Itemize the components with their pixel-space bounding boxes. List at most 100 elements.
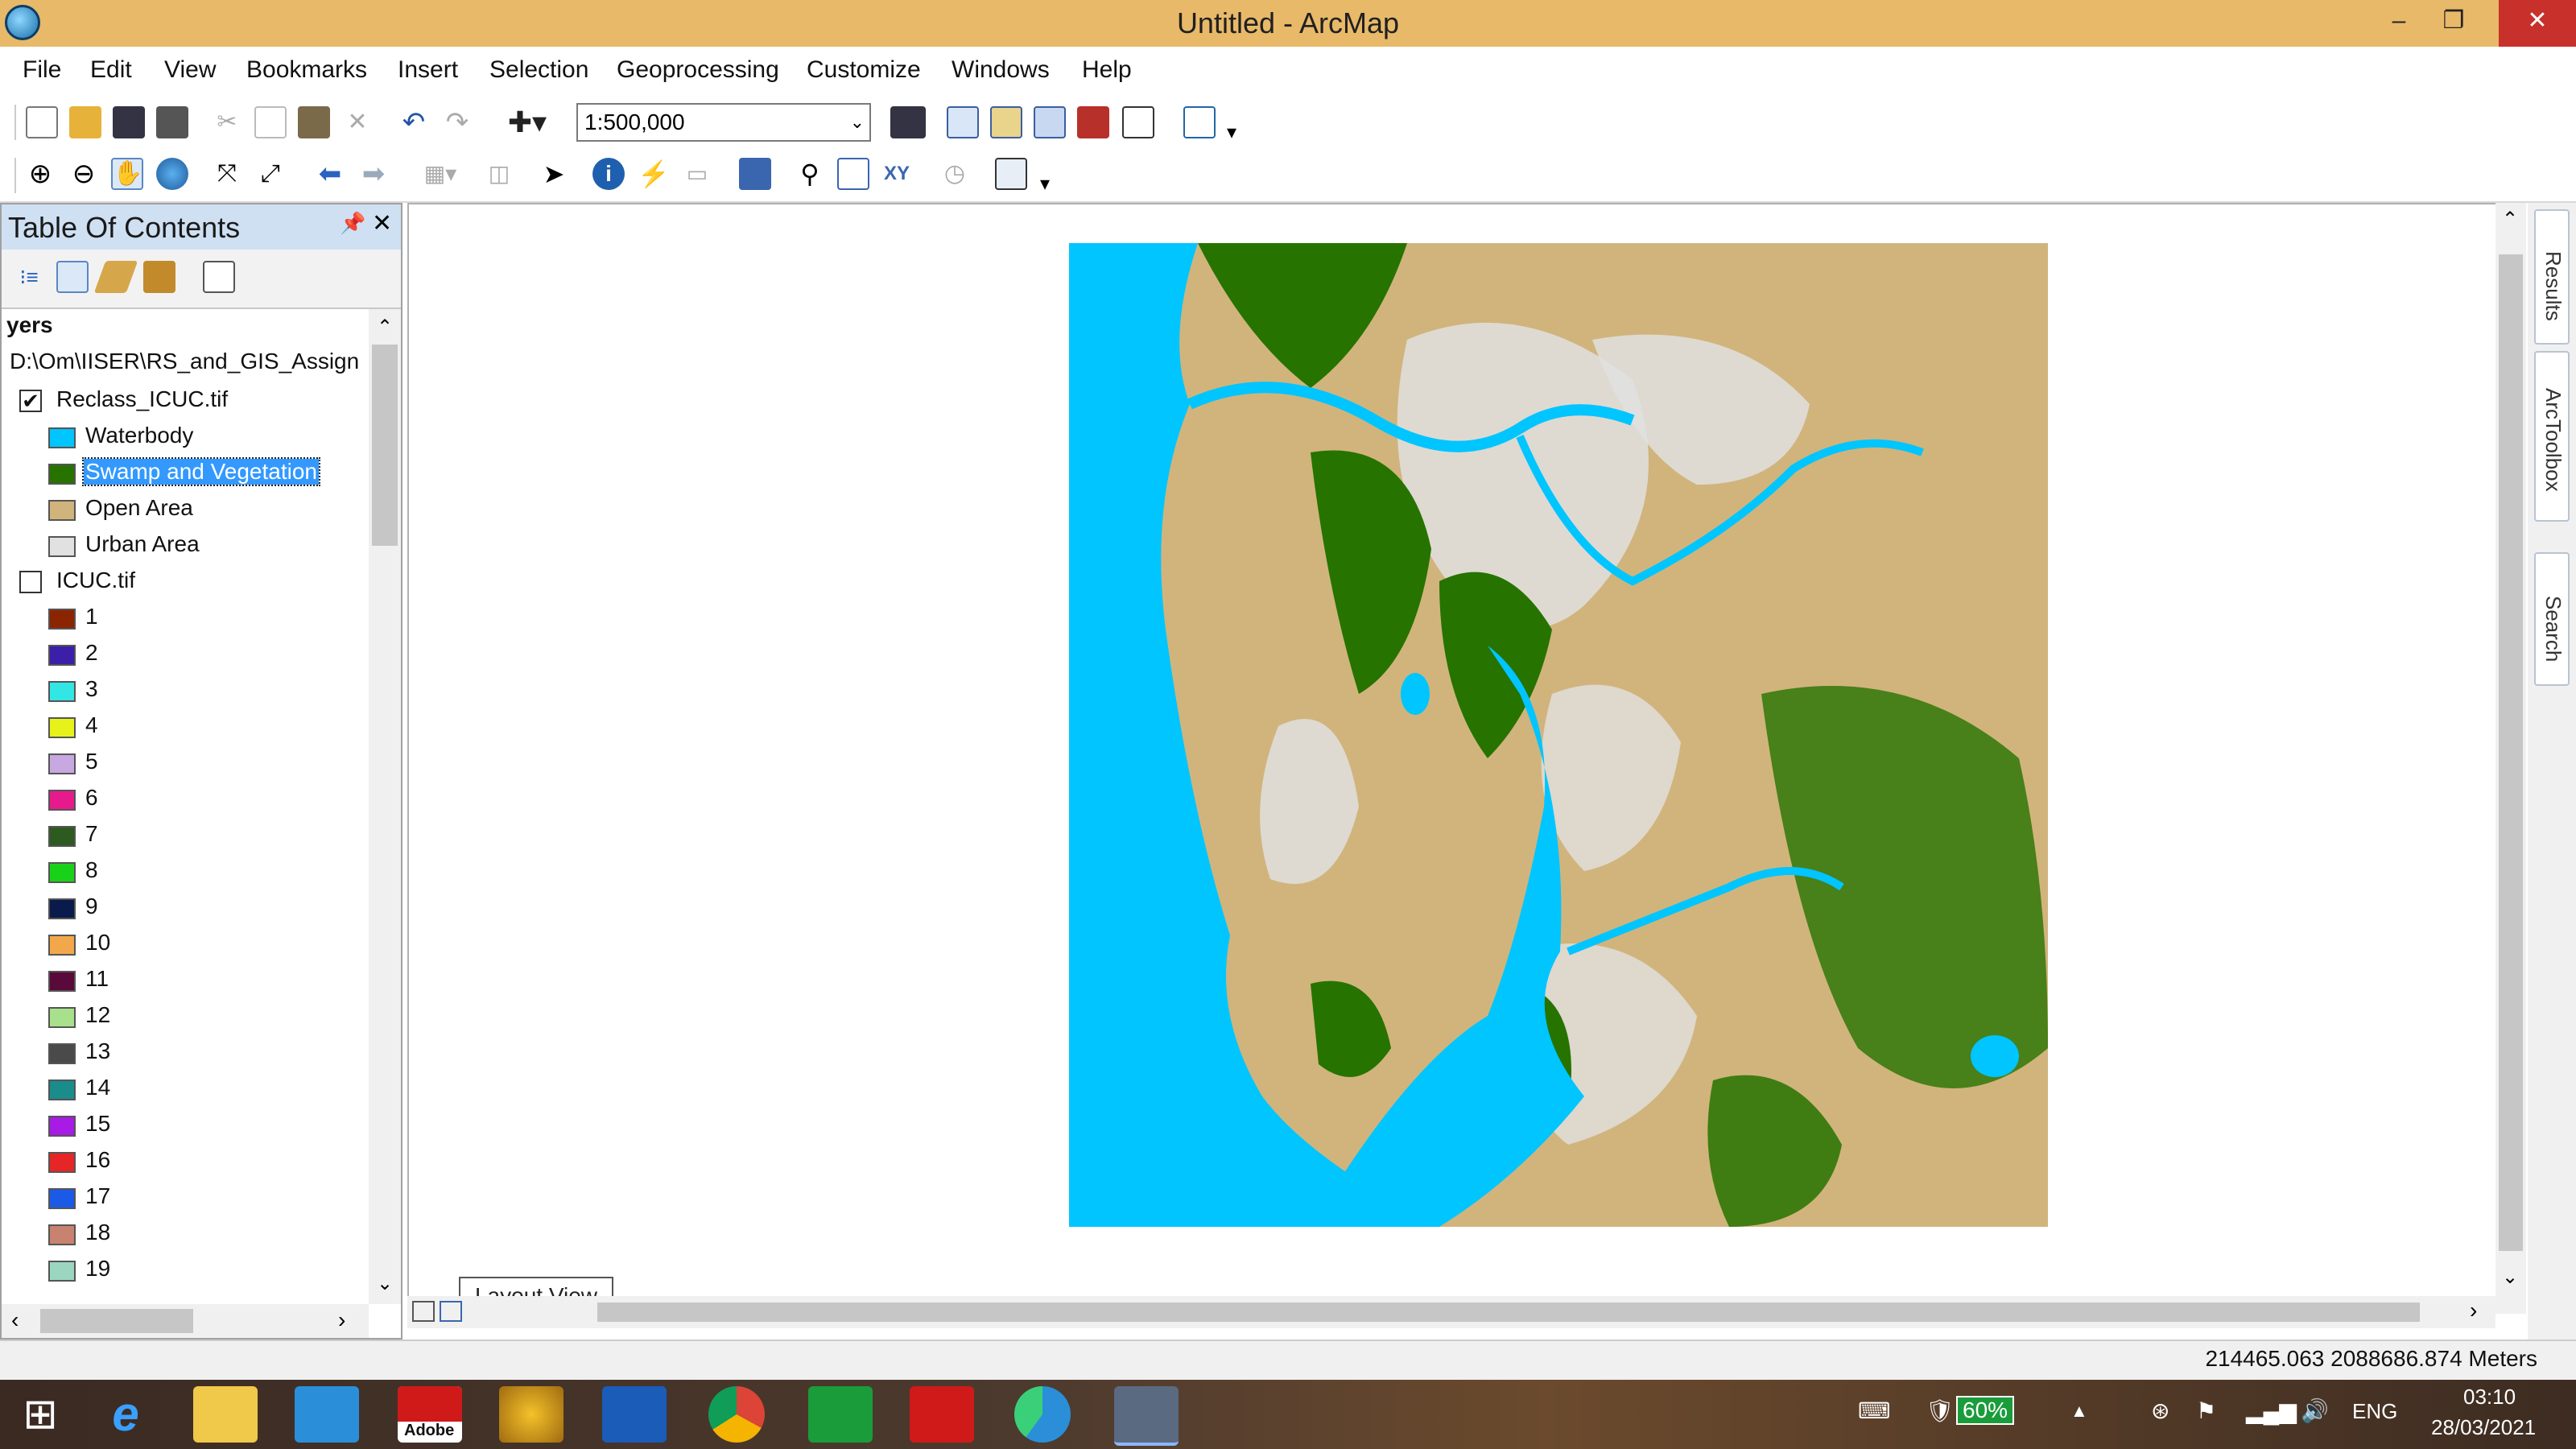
data-view-button[interactable] (412, 1301, 435, 1322)
toc-data-frame-path[interactable]: D:\Om\IISER\RS_and_GIS_Assign (10, 349, 359, 384)
fixed-zoom-in-icon[interactable]: ⤧ (211, 158, 243, 190)
forward-icon[interactable]: ➡ (357, 158, 390, 190)
internet-explorer-icon[interactable]: e (93, 1386, 158, 1443)
map-horizontal-scrollbar[interactable]: › (407, 1296, 2496, 1328)
measure-icon[interactable] (739, 158, 771, 190)
scroll-right-icon[interactable]: › (2470, 1298, 2477, 1323)
legend-class-label[interactable]: 11 (85, 966, 109, 992)
chevron-down-icon[interactable]: ⌄ (850, 113, 865, 132)
legend-color-swatch[interactable] (48, 971, 76, 992)
legend-class-label[interactable]: 7 (85, 821, 98, 847)
windows-start-icon[interactable]: ⊞ (8, 1386, 72, 1443)
legend-color-swatch[interactable] (48, 1261, 76, 1282)
map-raster[interactable] (1069, 243, 2048, 1227)
network-status-icon[interactable]: ⊛ (2151, 1397, 2169, 1424)
legend-class-label[interactable]: Urban Area (85, 531, 200, 557)
search-window-icon[interactable] (1034, 106, 1066, 138)
toc-horizontal-scrollbar[interactable]: ‹ › (2, 1304, 369, 1338)
map-vertical-scrollbar[interactable]: ⌃ ⌄ (2496, 203, 2526, 1314)
table-of-contents-icon[interactable] (947, 106, 979, 138)
scroll-thumb[interactable] (2499, 254, 2523, 1251)
legend-class-label[interactable]: 18 (85, 1220, 110, 1245)
legend-color-swatch[interactable] (48, 681, 76, 702)
open-icon[interactable] (69, 106, 101, 138)
back-icon[interactable]: ⬅ (314, 158, 346, 190)
fixed-zoom-out-icon[interactable]: ⤢ (254, 158, 287, 190)
zoom-out-icon[interactable]: ⊖ (68, 158, 100, 190)
legend-class-label[interactable]: Open Area (85, 495, 193, 521)
legend-color-swatch[interactable] (48, 826, 76, 847)
scroll-thumb[interactable] (597, 1302, 2420, 1322)
legend-class-label[interactable]: 6 (85, 785, 98, 811)
scroll-down-icon[interactable]: ⌄ (2502, 1265, 2518, 1289)
menu-selection[interactable]: Selection (489, 56, 588, 84)
restore-button[interactable]: ❐ (2415, 0, 2492, 47)
legend-color-swatch[interactable] (48, 1007, 76, 1028)
redo-icon[interactable]: ↷ (441, 106, 473, 138)
store-icon[interactable] (808, 1386, 873, 1443)
menu-windows[interactable]: Windows (952, 56, 1050, 84)
menu-view[interactable]: View (164, 56, 216, 84)
legend-color-swatch[interactable] (48, 609, 76, 630)
list-by-source-icon[interactable] (56, 261, 89, 293)
close-button[interactable]: ✕ (2499, 0, 2576, 47)
legend-color-swatch[interactable] (48, 1188, 76, 1209)
legend-class-label[interactable]: 19 (85, 1256, 110, 1282)
close-icon[interactable]: ✕ (372, 209, 392, 237)
show-hidden-icons[interactable]: ▲ (2070, 1401, 2088, 1422)
menu-customize[interactable]: Customize (807, 56, 921, 84)
legend-class-label[interactable]: 10 (85, 930, 110, 956)
save-icon[interactable] (113, 106, 145, 138)
legend-class-label[interactable]: 12 (85, 1002, 110, 1028)
list-by-drawing-order-icon[interactable]: ⁝≡ (13, 261, 45, 293)
print-icon[interactable] (156, 106, 188, 138)
list-by-visibility-icon[interactable] (93, 261, 138, 293)
flag-icon[interactable]: ⚑ (2196, 1397, 2216, 1424)
scroll-up-icon[interactable]: ⌃ (377, 316, 393, 339)
legend-class-label[interactable]: 2 (85, 640, 98, 666)
signal-icon[interactable]: ▂▄▆ (2246, 1397, 2297, 1424)
chrome-icon[interactable] (708, 1386, 765, 1443)
volume-icon[interactable]: 🔊 (2301, 1397, 2329, 1424)
scroll-thumb[interactable] (40, 1309, 193, 1333)
legend-color-swatch[interactable] (48, 717, 76, 738)
legend-class-label[interactable]: 1 (85, 604, 98, 630)
scroll-right-icon[interactable]: › (338, 1307, 345, 1333)
create-viewer-icon[interactable] (995, 158, 1027, 190)
legend-color-swatch[interactable] (48, 1080, 76, 1100)
toc-options-icon[interactable] (203, 261, 235, 293)
scroll-up-icon[interactable]: ⌃ (2502, 208, 2518, 231)
legend-color-swatch[interactable] (48, 1043, 76, 1064)
3d-viewer-icon[interactable] (910, 1386, 974, 1443)
toc-vertical-scrollbar[interactable]: ⌃ ⌄ (369, 309, 401, 1304)
edge-icon[interactable] (1014, 1386, 1071, 1443)
copy-icon[interactable] (254, 106, 287, 138)
pin-icon[interactable]: 📌 (340, 211, 365, 236)
legend-class-label[interactable]: Swamp and Vegetation (82, 457, 320, 486)
battery-indicator[interactable]: 60% (1956, 1396, 2015, 1425)
zoom-in-icon[interactable]: ⊕ (24, 158, 56, 190)
list-by-selection-icon[interactable] (143, 261, 175, 293)
menu-geoprocessing[interactable]: Geoprocessing (617, 56, 779, 84)
map-display[interactable]: Layout View (407, 203, 2500, 1315)
lenovo-icon[interactable] (602, 1386, 667, 1443)
legend-color-swatch[interactable] (48, 536, 76, 557)
goto-xy-icon[interactable]: XY (881, 158, 913, 190)
clock-date[interactable]: 28/03/2021 (2431, 1415, 2536, 1440)
legend-class-label[interactable]: 4 (85, 712, 98, 738)
legend-color-swatch[interactable] (48, 898, 76, 919)
legend-class-label[interactable]: 3 (85, 676, 98, 702)
toolbar-options-icon[interactable]: ▾ (1227, 121, 1236, 144)
shield-icon[interactable]: 🛡 (1926, 1397, 1955, 1424)
legend-color-swatch[interactable] (48, 935, 76, 956)
headphones-app-icon[interactable] (499, 1386, 564, 1443)
legend-color-swatch[interactable] (48, 464, 76, 485)
legend-class-label[interactable]: Waterbody (85, 423, 193, 448)
full-extent-icon[interactable] (156, 158, 188, 190)
legend-class-label[interactable]: 14 (85, 1075, 110, 1100)
scroll-left-icon[interactable]: ‹ (11, 1307, 19, 1333)
scroll-thumb[interactable] (372, 345, 398, 546)
legend-class-label[interactable]: 15 (85, 1111, 110, 1137)
adobe-icon[interactable]: Adobe (398, 1386, 462, 1443)
select-features-icon[interactable]: ▦▾ (414, 158, 467, 190)
